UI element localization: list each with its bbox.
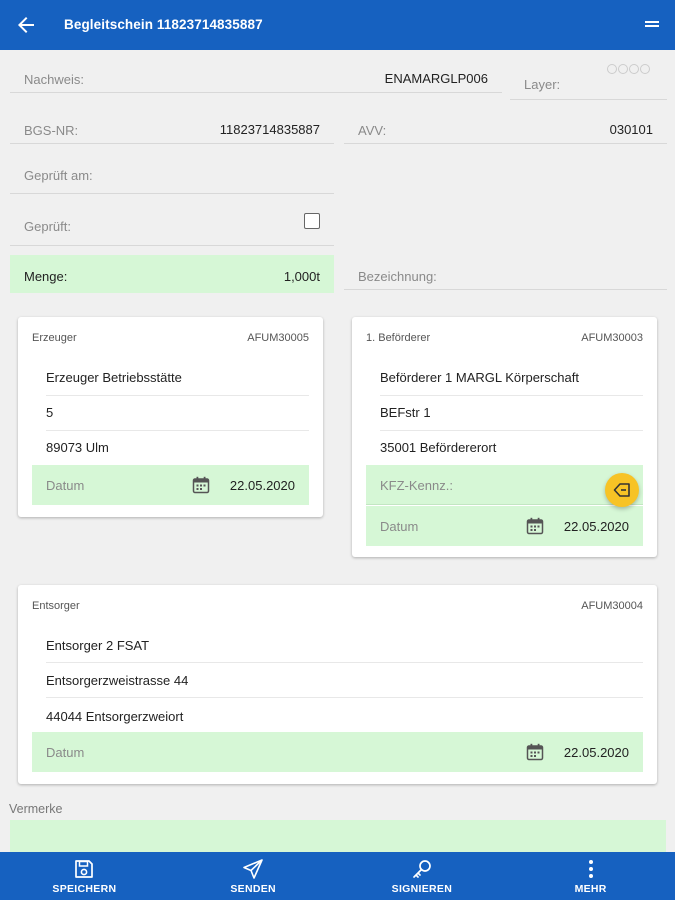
layer-dot (607, 64, 617, 74)
page-title: Begleitschein 11823714835887 (64, 17, 263, 32)
bgs-nr-field[interactable]: BGS-NR: 11823714835887 (10, 112, 334, 144)
menu-icon[interactable] (645, 19, 659, 31)
datum-field[interactable]: Datum 22.05.2020 (32, 732, 643, 772)
datum-field[interactable]: Datum 22.05.2020 (32, 465, 309, 505)
bezeichnung-field[interactable]: Bezeichnung: (344, 258, 667, 290)
address-line: Beförderer 1 MARGL Körperschaft (380, 370, 579, 385)
kfz-field[interactable]: KFZ-Kennz.: (366, 465, 643, 505)
back-arrow-icon[interactable] (14, 13, 38, 37)
datum-field[interactable]: Datum 22.05.2020 (366, 506, 643, 546)
card-id: AFUM30005 (247, 332, 309, 344)
geprueft-field: Geprüft: (10, 208, 334, 246)
save-button[interactable]: SPEICHERN (0, 852, 169, 900)
layer-indicator (607, 64, 650, 74)
address-line: BEFstr 1 (380, 405, 431, 420)
bgs-nr-value: 11823714835887 (219, 122, 320, 137)
menge-value: 1,000t (283, 269, 320, 284)
divider (46, 430, 309, 431)
geprueft-checkbox[interactable] (304, 213, 320, 229)
save-label: SPEICHERN (52, 883, 117, 895)
vermerke-label: Vermerke (9, 802, 63, 816)
calendar-icon[interactable] (192, 476, 210, 494)
address-line: Entsorger 2 FSAT (46, 638, 150, 653)
label-arrow-icon (613, 483, 630, 497)
save-icon (75, 860, 94, 878)
card-title: Erzeuger (32, 332, 77, 344)
send-button[interactable]: SENDEN (169, 852, 338, 900)
more-label: MEHR (574, 883, 607, 895)
vermerke-input[interactable] (10, 820, 666, 852)
geprueft-am-field[interactable]: Geprüft am: (10, 157, 334, 194)
divider (46, 662, 643, 663)
send-label: SENDEN (230, 883, 276, 895)
card-title: 1. Beförderer (366, 332, 431, 344)
layer-dot (618, 64, 628, 74)
app-bar: Begleitschein 11823714835887 (0, 0, 675, 50)
bezeichnung-label: Bezeichnung: (358, 269, 437, 284)
datum-value: 22.05.2020 (563, 519, 629, 534)
geprueft-am-label: Geprüft am: (24, 168, 93, 183)
calendar-icon[interactable] (526, 517, 544, 535)
datum-value: 22.05.2020 (563, 745, 629, 760)
card-id: AFUM30004 (581, 600, 643, 612)
card-title: Entsorger (32, 600, 80, 612)
divider (380, 430, 643, 431)
address-line: 44044 Entsorgerzweiort (46, 709, 184, 724)
datum-label: Datum (380, 519, 419, 534)
sign-label: SIGNIEREN (391, 883, 453, 895)
vehicle-action-button[interactable] (605, 473, 639, 507)
key-icon (413, 860, 431, 878)
nachweis-label: Nachweis: (24, 72, 84, 87)
address-line: 5 (46, 405, 54, 420)
avv-field[interactable]: AVV: 030101 (344, 112, 667, 144)
divider (46, 395, 309, 396)
calendar-icon[interactable] (526, 743, 544, 761)
datum-label: Datum (46, 745, 85, 760)
divider (46, 697, 643, 698)
entsorger-card[interactable]: Entsorger AFUM30004 Entsorger 2 FSAT Ent… (18, 585, 657, 784)
bottom-nav: SPEICHERN SENDEN SIGNIEREN MEHR (0, 852, 675, 900)
layer-dot (640, 64, 650, 74)
geprueft-label: Geprüft: (24, 219, 71, 234)
card-id: AFUM30003 (581, 332, 643, 344)
nachweis-value: ENAMARGLP006 (384, 71, 488, 86)
kfz-label: KFZ-Kennz.: (380, 478, 453, 493)
address-line: Entsorgerzweistrasse 44 (46, 673, 189, 688)
sign-button[interactable]: SIGNIEREN (338, 852, 507, 900)
befoerderer-card[interactable]: 1. Beförderer AFUM30003 Beförderer 1 MAR… (352, 317, 657, 557)
avv-value: 030101 (609, 122, 653, 137)
layer-label: Layer: (524, 77, 561, 92)
layer-dot (629, 64, 639, 74)
divider (380, 395, 643, 396)
datum-label: Datum (46, 478, 85, 493)
menge-label: Menge: (24, 269, 68, 284)
address-line: Erzeuger Betriebsstätte (46, 370, 182, 385)
more-button[interactable]: MEHR (506, 852, 675, 900)
datum-value: 22.05.2020 (229, 478, 295, 493)
bgs-nr-label: BGS-NR: (24, 123, 79, 138)
avv-label: AVV: (358, 123, 387, 138)
more-vert-icon (588, 860, 593, 878)
send-icon (243, 859, 263, 879)
erzeuger-card[interactable]: Erzeuger AFUM30005 Erzeuger Betriebsstät… (18, 317, 323, 517)
address-line: 35001 Befördererort (380, 440, 497, 455)
address-line: 89073 Ulm (46, 440, 109, 455)
menge-field[interactable]: Menge: 1,000t (10, 255, 334, 293)
nachweis-field[interactable]: Nachweis: ENAMARGLP006 (10, 61, 502, 93)
